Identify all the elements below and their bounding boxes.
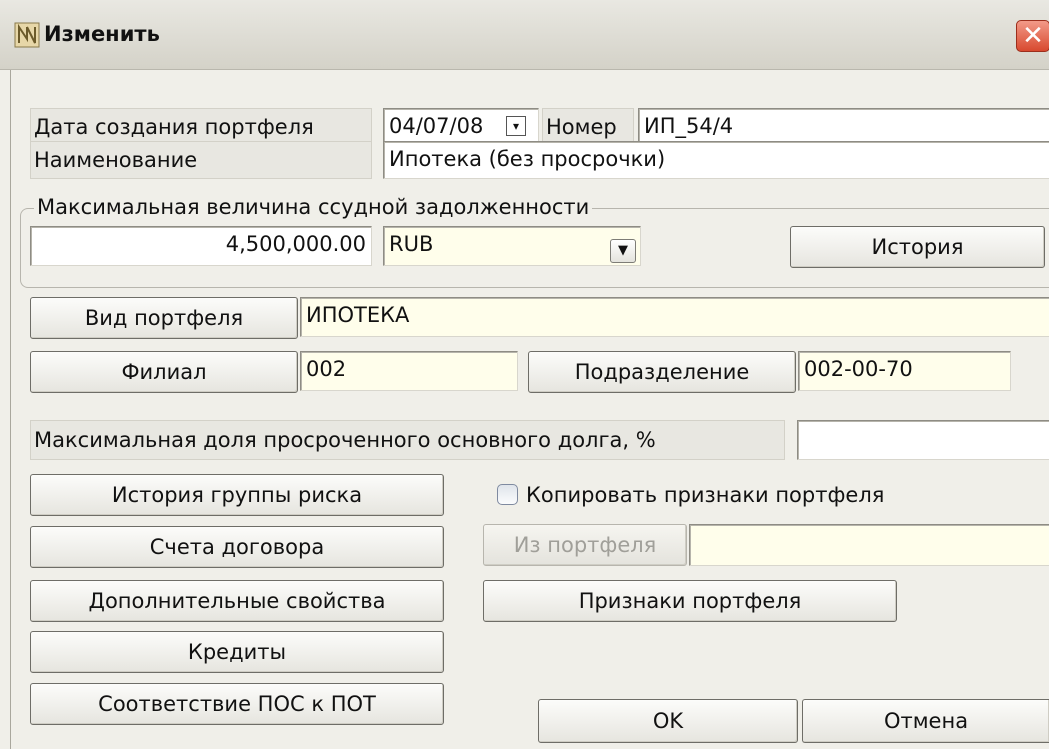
branch-field: 002 — [300, 351, 518, 391]
from-portfolio-field — [689, 524, 1049, 566]
branch-button[interactable]: Филиал — [30, 351, 298, 393]
division-field: 002-00-70 — [798, 351, 1011, 391]
ok-button[interactable]: OK — [538, 699, 798, 743]
max-overdue-share-label: Максимальная доля просроченного основног… — [30, 420, 785, 460]
portfolio-type-field: ИПОТЕКА — [300, 297, 1049, 337]
currency-select[interactable]: RUB — [383, 226, 641, 266]
copy-features-label[interactable]: Копировать признаки портфеля — [526, 478, 884, 512]
currency-value: RUB — [389, 232, 434, 256]
additional-properties-button[interactable]: Дополнительные свойства — [30, 580, 444, 622]
risk-group-history-button[interactable]: История группы риска — [30, 474, 444, 516]
pos-pot-match-button[interactable]: Соответствие ПОС к ПОТ — [30, 683, 444, 725]
close-icon[interactable]: ✕ — [1016, 20, 1049, 52]
name-field[interactable]: Ипотека (без просрочки) — [383, 141, 1049, 179]
max-debt-amount-field[interactable]: 4,500,000.00 — [30, 226, 372, 266]
cancel-button[interactable]: Отмена — [802, 699, 1049, 743]
window-title: Изменить — [44, 22, 160, 46]
portfolio-features-button[interactable]: Признаки портфеля — [483, 580, 897, 622]
division-button[interactable]: Подразделение — [528, 351, 796, 393]
portfolio-type-button[interactable]: Вид портфеля — [30, 297, 298, 339]
name-label: Наименование — [30, 141, 372, 179]
history-button[interactable]: История — [790, 226, 1045, 268]
chevron-down-icon[interactable]: ▼ — [610, 239, 636, 263]
app-icon — [14, 22, 40, 48]
calendar-dropdown-icon[interactable]: ▾ — [506, 116, 526, 136]
copy-features-checkbox[interactable] — [497, 484, 518, 505]
max-debt-group-title: Максимальная величина ссудной задолженно… — [34, 195, 593, 219]
from-portfolio-button: Из портфеля — [483, 524, 687, 566]
contract-accounts-button[interactable]: Счета договора — [30, 526, 444, 568]
creation-date-value: 04/07/08 — [389, 114, 484, 138]
max-overdue-share-field[interactable] — [797, 420, 1049, 460]
credits-button[interactable]: Кредиты — [30, 631, 444, 673]
